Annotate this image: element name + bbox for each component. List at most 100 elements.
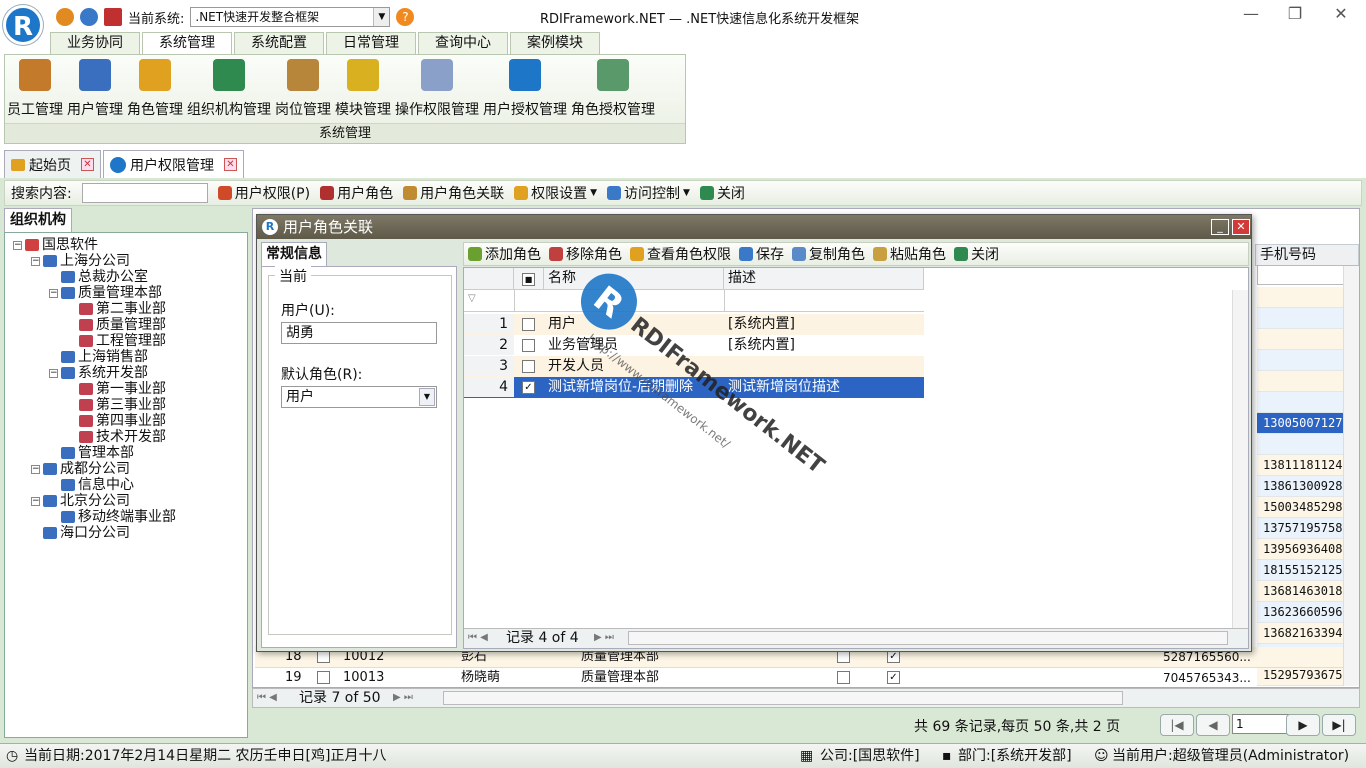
filter-row[interactable]: ▽ <box>464 290 924 312</box>
row-checkbox[interactable]: ✓ <box>887 671 900 684</box>
prev-page-button[interactable]: ◀ <box>1196 714 1230 736</box>
tree-node[interactable]: 信息中心 <box>49 477 134 493</box>
tools-icon[interactable] <box>104 8 122 26</box>
dialog-close-button[interactable]: ✕ <box>1232 219 1250 235</box>
dialog-title-bar[interactable]: R 用户角色关联 _ ✕ <box>257 215 1251 239</box>
tree-node[interactable]: − 系统开发部 <box>49 365 148 381</box>
remove-role-button[interactable]: 移除角色 <box>549 244 622 264</box>
help-icon[interactable]: ? <box>396 8 415 26</box>
view-role-permission-button[interactable]: 查看角色权限 <box>630 244 731 264</box>
row-checkbox[interactable]: ✓ <box>522 381 535 394</box>
permission-settings-button[interactable]: 权限设置 ▼ <box>514 183 597 203</box>
tree-expand-icon[interactable]: − <box>31 496 40 506</box>
table-row[interactable]: 1 用户 [系统内置] <box>464 314 924 335</box>
search-input[interactable] <box>81 183 208 203</box>
orb-icon[interactable] <box>56 8 74 26</box>
user-role-button[interactable]: 用户角色 <box>320 183 393 203</box>
ribbon-tab-query[interactable]: 查询中心 <box>418 32 508 54</box>
table-row[interactable]: 19 10013 杨晓萌 质量管理本部 ✓ 7045765343... <box>255 668 1355 689</box>
chevron-down-icon[interactable]: ▼ <box>373 8 390 26</box>
tree-node[interactable]: 海口分公司 <box>31 525 130 541</box>
ribbon-org-button[interactable]: 组织机构管理 <box>185 59 273 119</box>
close-icon[interactable]: ✕ <box>224 158 237 171</box>
role-grid-scrollbar[interactable] <box>1232 290 1248 628</box>
tree-node[interactable]: − 国思软件 <box>13 237 98 253</box>
tree-node[interactable]: 第三事业部 <box>67 397 166 413</box>
nav-first-icon[interactable]: ⏮ ◀ <box>468 629 488 647</box>
tree-node[interactable]: − 质量管理本部 <box>49 285 162 301</box>
ribbon-tab-business[interactable]: 业务协同 <box>50 32 140 54</box>
row-checkbox[interactable] <box>522 339 535 352</box>
dialog-minimize-button[interactable]: _ <box>1211 219 1229 235</box>
restore-button[interactable]: ❐ <box>1280 4 1310 26</box>
tree-node[interactable]: 第二事业部 <box>67 301 166 317</box>
row-checkbox[interactable] <box>837 671 850 684</box>
tree-node[interactable]: 上海销售部 <box>49 349 148 365</box>
first-page-button[interactable]: |◀ <box>1160 714 1194 736</box>
ribbon-staff-button[interactable]: 员工管理 <box>5 59 65 119</box>
row-checkbox[interactable] <box>522 318 535 331</box>
role-grid-horizontal-scrollbar[interactable] <box>628 631 1228 645</box>
tree-expand-icon[interactable]: − <box>49 368 58 378</box>
tree-expand-icon[interactable]: − <box>13 240 22 250</box>
tree-node[interactable]: − 北京分公司 <box>31 493 130 509</box>
close-icon[interactable]: ✕ <box>81 158 94 171</box>
nav-first-icon[interactable]: ⏮ ◀ <box>257 689 277 707</box>
tree-node[interactable]: 工程管理部 <box>67 333 166 349</box>
app-logo[interactable]: R <box>3 5 43 45</box>
tree-node[interactable]: 总裁办公室 <box>49 269 148 285</box>
table-row[interactable]: 2 业务管理员 [系统内置] <box>464 335 924 356</box>
tree-expand-icon[interactable]: − <box>31 256 40 266</box>
tree-node[interactable]: 技术开发部 <box>67 429 166 445</box>
last-page-button[interactable]: ▶| <box>1322 714 1356 736</box>
tree-node[interactable]: − 成都分公司 <box>31 461 130 477</box>
user-field[interactable]: 胡勇 <box>281 322 437 344</box>
doc-tab-home[interactable]: 起始页 ✕ <box>4 150 101 178</box>
save-button[interactable]: 保存 <box>739 244 784 264</box>
copy-role-button[interactable]: 复制角色 <box>792 244 865 264</box>
nav-last-icon[interactable]: ▶ ⏭ <box>594 629 614 647</box>
dialog-close-toolbar-button[interactable]: 关闭 <box>954 244 999 264</box>
paste-role-button[interactable]: 粘贴角色 <box>873 244 946 264</box>
ribbon-tab-system[interactable]: 系统管理 <box>142 32 232 54</box>
access-control-button[interactable]: 访问控制 ▼ <box>607 183 690 203</box>
chevron-down-icon[interactable]: ▼ <box>419 388 435 406</box>
grid-horizontal-scrollbar[interactable] <box>443 691 1123 705</box>
close-window-button[interactable]: ✕ <box>1326 4 1356 26</box>
default-role-select[interactable]: 用户 ▼ <box>281 386 437 408</box>
user-role-relation-button[interactable]: 用户角色关联 <box>403 183 504 203</box>
minimize-button[interactable]: — <box>1236 4 1266 26</box>
ribbon-tab-daily[interactable]: 日常管理 <box>326 32 416 54</box>
ribbon-post-button[interactable]: 岗位管理 <box>273 59 333 119</box>
ribbon-role-button[interactable]: 角色管理 <box>125 59 185 119</box>
row-checkbox[interactable] <box>522 360 535 373</box>
ribbon-permission-button[interactable]: 操作权限管理 <box>393 59 481 119</box>
tree-node[interactable]: 管理本部 <box>49 445 134 461</box>
main-close-button[interactable]: 关闭 <box>699 183 745 203</box>
description-column-header[interactable]: 描述 <box>724 268 924 290</box>
grid-vertical-scrollbar[interactable] <box>1343 266 1359 686</box>
users-icon[interactable] <box>80 8 98 26</box>
general-info-tab[interactable]: 常规信息 <box>261 242 327 266</box>
phone-column-header[interactable]: 手机号码 <box>1255 244 1359 266</box>
doc-tab-user-permission[interactable]: 用户权限管理 ✕ <box>103 150 244 178</box>
ribbon-role-auth-button[interactable]: 角色授权管理 <box>569 59 657 119</box>
next-page-button[interactable]: ▶ <box>1286 714 1320 736</box>
org-panel-tab[interactable]: 组织机构 <box>4 208 72 232</box>
tree-node[interactable]: 第一事业部 <box>67 381 166 397</box>
ribbon-module-button[interactable]: 模块管理 <box>333 59 393 119</box>
row-checkbox[interactable] <box>317 671 330 684</box>
table-row[interactable]: 3 开发人员 <box>464 356 924 377</box>
system-select[interactable]: .NET快速开发整合框架 ▼ <box>190 7 391 27</box>
ribbon-user-auth-button[interactable]: 用户授权管理 <box>481 59 569 119</box>
select-all-header[interactable]: ■ <box>514 268 544 290</box>
tree-node[interactable]: − 上海分公司 <box>31 253 130 269</box>
ribbon-tab-cases[interactable]: 案例模块 <box>510 32 600 54</box>
tree-expand-icon[interactable]: − <box>31 464 40 474</box>
tree-node[interactable]: 移动终端事业部 <box>49 509 176 525</box>
user-permission-button[interactable]: 用户权限(P) <box>217 183 310 203</box>
ribbon-user-button[interactable]: 用户管理 <box>65 59 125 119</box>
ribbon-tab-config[interactable]: 系统配置 <box>234 32 324 54</box>
nav-last-icon[interactable]: ▶ ⏭ <box>393 689 413 707</box>
table-row[interactable]: 4 ✓ 测试新增岗位-后期删除 测试新增岗位描述 <box>464 377 924 398</box>
